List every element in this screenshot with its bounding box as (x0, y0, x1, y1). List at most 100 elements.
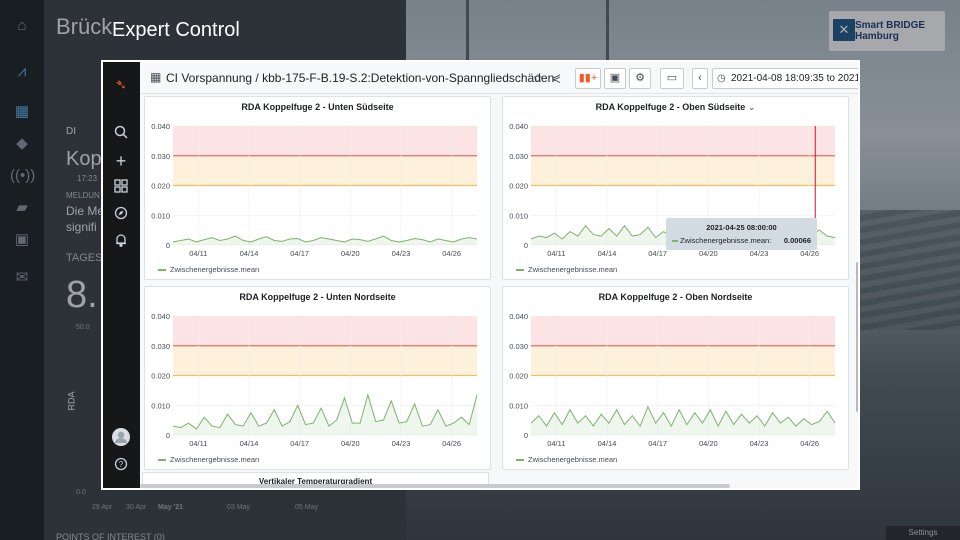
panel-title: RDA Koppelfuge 2 - Oben Südseite ⌄ (503, 102, 848, 113)
star-icon[interactable]: ☆ (530, 70, 546, 86)
y-tick-label: 0.030 (509, 152, 528, 161)
chart-panel-unten-sued[interactable]: RDA Koppelfuge 2 - Unten Südseite 0 0.010… (144, 96, 491, 280)
legend-swatch (516, 269, 524, 272)
x-tick-label: 04/14 (240, 249, 259, 258)
settings-icon[interactable]: ⚙ (629, 68, 651, 89)
x-tick-label: 04/23 (750, 439, 769, 448)
x-tick-label: 04/23 (392, 439, 411, 448)
panel-title: RDA Koppelfuge 2 - Unten Nordseite (239, 292, 396, 302)
y-tick-label: 0 (166, 241, 170, 250)
modal-title: Expert Control (112, 19, 240, 41)
dashboards-icon: ▦ (150, 70, 162, 84)
x-tick-label: 04/17 (648, 439, 667, 448)
add-panel-icon[interactable]: ▮▮+ (575, 68, 601, 89)
legend-label: Zwischenergebnisse.mean (170, 265, 260, 274)
x-tick-label: 04/20 (341, 249, 360, 258)
y-tick-label: 0.040 (151, 312, 170, 321)
dashboard-toolbar: ▦ CI Vorspannung / kbb-175-F-B.19-S.2:De… (140, 62, 858, 94)
threshold-band-critical (531, 316, 835, 346)
tooltip-series-label: Zwischenergebnisse.mean: (680, 236, 772, 245)
chart-panel-unten-nord[interactable]: RDA Koppelfuge 2 - Unten Nordseite 0 0.01… (144, 286, 491, 470)
horizontal-scrollbar[interactable] (140, 484, 730, 488)
grafana-logo-icon[interactable]: ➴ (111, 74, 131, 94)
grafana-dashboard: ▦ CI Vorspannung / kbb-175-F-B.19-S.2:De… (140, 62, 858, 488)
back-icon[interactable]: ‹ (692, 68, 708, 89)
x-tick-label: 04/26 (800, 439, 819, 448)
tv-mode-icon[interactable]: ▭ (660, 68, 684, 89)
x-tick-label: 04/11 (547, 249, 565, 258)
x-tick-label: 04/14 (240, 439, 259, 448)
legend-item[interactable]: Zwischenergebnisse.mean (158, 455, 259, 464)
time-range-picker[interactable]: ◷ 2021-04-08 18:09:35 to 2021-04- (712, 68, 858, 89)
tooltip-time: 2021-04-25 08:00:00 (706, 223, 777, 232)
plus-icon[interactable]: + (111, 151, 131, 171)
threshold-band-critical (173, 126, 477, 156)
line-chart: 0 0.010 0.020 0.030 0.040 04/11 04/14 04/17 04/2… (509, 312, 836, 448)
threshold-band-critical (173, 316, 477, 346)
x-tick-label: 04/20 (699, 249, 718, 258)
y-tick-label: 0.030 (509, 342, 528, 351)
x-tick-label: 04/17 (290, 439, 309, 448)
dashboards-icon[interactable] (111, 178, 131, 198)
legend-label: Zwischenergebnisse.mean (528, 265, 618, 274)
legend-swatch (516, 459, 524, 462)
grafana-sidebar: ➴ + ? (103, 62, 140, 488)
y-tick-label: 0.010 (509, 211, 528, 220)
x-tick-label: 04/23 (392, 249, 411, 258)
y-tick-label: 0.020 (509, 182, 528, 191)
explore-icon[interactable] (111, 205, 131, 225)
y-tick-label: 0.010 (151, 211, 170, 220)
threshold-band-warning (531, 345, 835, 376)
y-tick-label: 0.020 (151, 372, 170, 381)
chevron-down-icon[interactable]: ⌄ (748, 102, 756, 112)
legend-item[interactable]: Zwischenergebnisse.mean (516, 455, 617, 464)
y-tick-label: 0.040 (509, 312, 528, 321)
y-tick-label: 0.010 (509, 401, 528, 410)
vertical-scrollbar[interactable] (856, 262, 858, 412)
help-icon[interactable]: ? (111, 456, 131, 476)
y-tick-label: 0.030 (151, 152, 170, 161)
y-tick-label: 0.010 (151, 401, 170, 410)
y-tick-label: 0.030 (151, 342, 170, 351)
threshold-band-warning (173, 155, 477, 186)
threshold-band-warning (173, 345, 477, 376)
x-tick-label: 04/20 (341, 439, 360, 448)
save-icon[interactable]: ▣ (604, 68, 626, 89)
tooltip-value: 0.00066 (783, 236, 811, 245)
expert-control-modal: ➴ + ? ▦ CI Vorspannung / kbb-175-F-B.19-… (101, 60, 860, 490)
series-area (173, 394, 477, 435)
line-chart: 0 0.010 0.020 0.030 0.040 04/11 04/14 04/17 04/2… (151, 312, 478, 448)
alert-bell-icon[interactable] (111, 232, 131, 252)
legend-label: Zwischenergebnisse.mean (528, 455, 618, 464)
threshold-band-warning (531, 155, 835, 186)
y-tick-label: 0 (524, 431, 528, 440)
chart-panel-oben-nord[interactable]: RDA Koppelfuge 2 - Oben Nordseite 0 0.010… (502, 286, 849, 470)
y-tick-label: 0.040 (509, 122, 528, 131)
x-tick-label: 04/20 (699, 439, 718, 448)
y-tick-label: 0.020 (151, 182, 170, 191)
threshold-band-critical (531, 126, 835, 156)
svg-text:?: ? (119, 460, 124, 469)
x-tick-label: 04/11 (189, 439, 207, 448)
avatar[interactable] (111, 428, 131, 448)
y-tick-label: 0 (524, 241, 528, 250)
line-chart: 0 0.010 0.020 0.030 0.040 04/11 04/14 04/17 04/2… (151, 122, 478, 258)
tooltip-series: Zwischenergebnisse.mean: (672, 236, 771, 245)
breadcrumb[interactable]: CI Vorspannung / kbb-175-F-B.19-S.2:Dete… (166, 71, 554, 85)
legend-item[interactable]: Zwischenergebnisse.mean (516, 265, 617, 274)
panel-title-text: RDA Koppelfuge 2 - Oben Südseite (595, 102, 746, 112)
legend-swatch (672, 240, 678, 243)
x-tick-label: 04/17 (648, 249, 667, 258)
search-icon[interactable] (111, 124, 131, 144)
time-range-text: 2021-04-08 18:09:35 to 2021-04- (731, 73, 858, 84)
x-tick-label: 04/26 (442, 249, 461, 258)
chart-tooltip: 2021-04-25 08:00:00 Zwischenergebnisse.m… (666, 218, 817, 250)
x-tick-label: 04/26 (442, 439, 461, 448)
x-tick-label: 04/11 (189, 249, 207, 258)
share-icon[interactable]: ⋞ (548, 70, 564, 86)
chart-panel-oben-sued[interactable]: RDA Koppelfuge 2 - Oben Südseite ⌄ 0 0.01… (502, 96, 849, 280)
panel-title: RDA Koppelfuge 2 - Unten Südseite (241, 102, 394, 112)
legend-item[interactable]: Zwischenergebnisse.mean (158, 265, 259, 274)
x-tick-label: 04/11 (547, 439, 565, 448)
y-tick-label: 0 (166, 431, 170, 440)
